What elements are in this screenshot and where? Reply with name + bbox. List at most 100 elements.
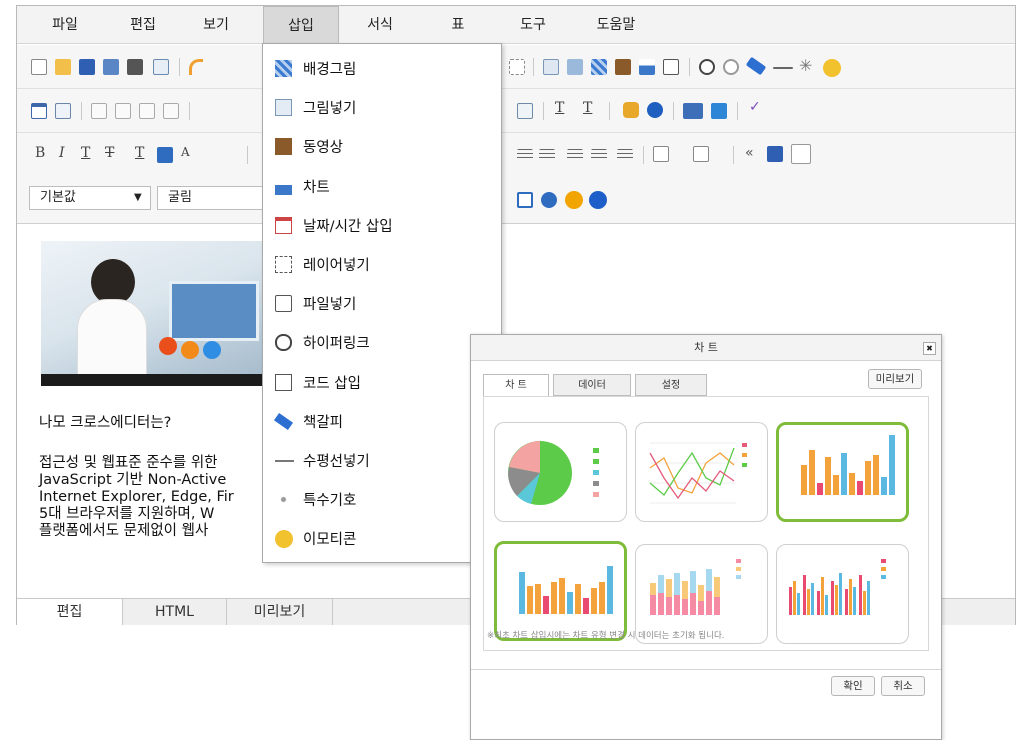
strikethrough-icon[interactable]: T xyxy=(105,145,114,161)
style-select[interactable]: 기본값 ▼ xyxy=(29,186,151,210)
insert-menu-item-video[interactable]: 동영상 xyxy=(263,128,501,164)
font-color-icon[interactable]: T xyxy=(135,145,144,161)
chart-type-grouped-bar[interactable] xyxy=(776,544,909,644)
unlink-icon[interactable] xyxy=(723,59,739,75)
insert-menu-item-file[interactable]: 파일넣기 xyxy=(263,285,501,321)
menu-table[interactable]: 표 xyxy=(437,6,479,44)
chart-icon[interactable] xyxy=(639,59,655,75)
insert-menu-item-layer[interactable]: 레이어넣기 xyxy=(263,246,501,282)
insert-menu-item-hyperlink[interactable]: 하이퍼링크 xyxy=(263,324,501,360)
form-icon[interactable] xyxy=(517,103,533,119)
page-setup-icon[interactable] xyxy=(153,59,169,75)
delete-column-icon[interactable] xyxy=(163,103,179,119)
background-image-icon xyxy=(275,60,292,77)
dictionary-icon[interactable] xyxy=(711,103,727,119)
tab-settings[interactable]: 설정 xyxy=(635,374,707,396)
tab-data[interactable]: 데이터 xyxy=(553,374,631,396)
chart-type-column-selected[interactable] xyxy=(494,541,627,641)
select-icon[interactable] xyxy=(509,59,525,75)
save-as-icon[interactable] xyxy=(103,59,119,75)
chart-type-pie[interactable] xyxy=(494,422,627,522)
table-edit-icon[interactable] xyxy=(55,103,71,119)
menu-view[interactable]: 보기 xyxy=(191,6,241,44)
tab-chart[interactable]: 차 트 xyxy=(483,374,549,397)
undo-icon[interactable] xyxy=(189,59,203,75)
video-thumbnail[interactable] xyxy=(41,241,273,386)
insert-menu-item-bookmark[interactable]: 책갈피 xyxy=(263,403,501,439)
insert-row-icon[interactable] xyxy=(91,103,107,119)
menu-file[interactable]: 파일 xyxy=(41,6,89,44)
video-icon[interactable] xyxy=(615,59,631,75)
close-icon[interactable]: ✖ xyxy=(923,342,936,355)
paste-icon[interactable] xyxy=(767,146,783,162)
settings-icon[interactable] xyxy=(541,192,557,208)
text-style-icon[interactable]: T xyxy=(555,100,564,116)
insert-menu-item-background-image[interactable]: 배경그림 xyxy=(263,50,501,86)
background-color-icon[interactable] xyxy=(157,147,173,163)
blockquote-icon[interactable]: « xyxy=(745,145,754,161)
insert-menu-label: 수평선넣기 xyxy=(303,454,370,470)
insert-column-icon[interactable] xyxy=(139,103,155,119)
edit-image-icon[interactable] xyxy=(567,59,583,75)
delete-row-icon[interactable] xyxy=(115,103,131,119)
file-icon[interactable] xyxy=(663,59,679,75)
print-icon[interactable] xyxy=(127,59,143,75)
tab-preview[interactable]: 미리보기 xyxy=(227,599,333,625)
preview-button[interactable]: 미리보기 xyxy=(868,369,922,389)
align-icon[interactable] xyxy=(539,149,555,161)
insert-menu-label: 특수기호 xyxy=(303,493,357,510)
new-document-icon[interactable] xyxy=(31,59,47,75)
special-character-icon[interactable]: ✳ xyxy=(799,56,812,75)
help-icon[interactable] xyxy=(565,191,583,209)
line-spacing-icon[interactable] xyxy=(617,149,633,161)
insert-menu-item-calendar[interactable]: 날짜/시간 삽입 xyxy=(263,207,501,243)
menu-tools[interactable]: 도구 xyxy=(507,6,559,44)
insert-menu-item-image[interactable]: 그림넣기 xyxy=(263,89,501,125)
background-image-icon[interactable] xyxy=(591,59,607,75)
horizontal-line-icon[interactable] xyxy=(773,67,793,69)
menu-format[interactable]: 서식 xyxy=(353,6,407,44)
chart-type-bar-selected[interactable] xyxy=(776,422,909,522)
italic-icon[interactable]: I xyxy=(59,145,65,161)
font-select[interactable]: 굴림 xyxy=(157,186,277,210)
bulleted-list-icon[interactable] xyxy=(693,146,709,162)
align-justify-icon[interactable] xyxy=(517,149,533,161)
menu-edit[interactable]: 편집 xyxy=(115,6,171,44)
format-text-icon[interactable]: A xyxy=(181,145,190,159)
info-icon[interactable] xyxy=(589,191,607,209)
tab-html[interactable]: HTML xyxy=(123,599,227,625)
numbered-list-icon[interactable] xyxy=(653,146,669,162)
insert-menu-item-special-character[interactable]: 특수기호 xyxy=(263,481,501,517)
bold-icon[interactable]: B xyxy=(35,145,45,161)
insert-menu-item-horizontal-line[interactable]: 수평선넣기 xyxy=(263,442,501,478)
spellcheck-icon[interactable]: ✓ xyxy=(749,99,761,115)
tab-edit[interactable]: 편집 xyxy=(17,599,123,625)
open-icon[interactable] xyxy=(55,59,71,75)
insert-menu-item-chart[interactable]: 차트 xyxy=(263,168,501,204)
video-controls[interactable] xyxy=(41,374,273,386)
accessibility-icon[interactable] xyxy=(647,102,663,118)
insert-menu-label: 코드 삽입 xyxy=(303,375,361,392)
hyperlink-icon[interactable] xyxy=(699,59,715,75)
date-time-icon[interactable] xyxy=(791,144,811,164)
save-icon[interactable] xyxy=(79,59,95,75)
image-icon[interactable] xyxy=(543,59,559,75)
bookmark-icon[interactable] xyxy=(745,56,767,76)
translate-icon[interactable] xyxy=(683,103,703,119)
underline-icon[interactable]: T xyxy=(81,145,90,161)
fullscreen-icon[interactable] xyxy=(517,192,533,208)
ok-button[interactable]: 확인 xyxy=(831,676,875,696)
text-style-2-icon[interactable]: T xyxy=(583,100,592,116)
table-icon[interactable] xyxy=(31,103,47,119)
emoticon-icon[interactable] xyxy=(823,59,841,77)
outdent-icon[interactable] xyxy=(567,149,583,161)
menu-insert[interactable]: 삽입 xyxy=(263,6,339,44)
insert-menu-item-emoticon[interactable]: 이모티콘 xyxy=(263,520,501,556)
chart-type-line[interactable] xyxy=(635,422,768,522)
insert-menu-label: 그림넣기 xyxy=(303,101,357,118)
menu-help[interactable]: 도움말 xyxy=(581,6,651,44)
cancel-button[interactable]: 취소 xyxy=(881,676,925,696)
indent-icon[interactable] xyxy=(591,149,607,161)
insert-menu-item-code[interactable]: 코드 삽입 xyxy=(263,364,501,400)
lock-icon[interactable] xyxy=(623,102,639,118)
